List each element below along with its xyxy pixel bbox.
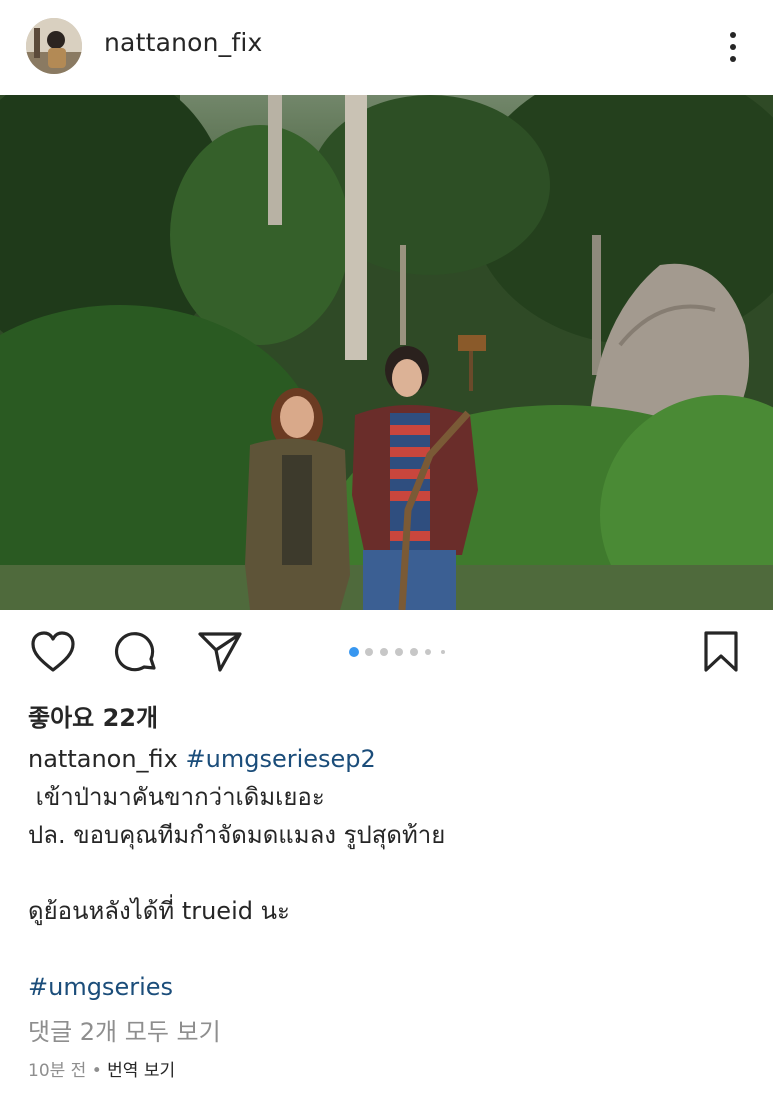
send-icon[interactable]	[197, 630, 243, 678]
caption-line: เข้าป่ามาคันขากว่าเดิมเยอะ	[28, 783, 325, 811]
caption-line: ปล. ขอบคุณทีมกำจัดมดแมลง รูปสุดท้าย	[28, 821, 446, 849]
post-meta: 10분 전 • 번역 보기	[28, 1056, 175, 1081]
caption-line	[28, 854, 758, 892]
carousel-dot[interactable]	[395, 648, 403, 656]
post-caption: nattanon_fix #umgseriesep2 เข้าป่ามาคันข…	[28, 740, 758, 1006]
view-all-comments-link[interactable]: 댓글 2개 모두 보기	[28, 1012, 221, 1047]
avatar[interactable]	[26, 18, 82, 74]
post-header: nattanon_fix	[0, 0, 773, 95]
caption-line: ดูย้อนหลังได้ที่ trueid นะ	[28, 897, 290, 925]
hashtag-link[interactable]: #umgseries	[28, 968, 758, 1006]
avatar-image	[26, 18, 82, 74]
likes-count[interactable]: 좋아요 22개	[28, 698, 158, 733]
comment-icon[interactable]	[113, 630, 159, 680]
post-photo[interactable]	[0, 95, 773, 610]
hashtag-link[interactable]: #umgseriesep2	[186, 745, 376, 773]
carousel-dot[interactable]	[380, 648, 388, 656]
bookmark-icon[interactable]	[701, 630, 741, 678]
post-username[interactable]: nattanon_fix	[104, 28, 263, 57]
caption-username[interactable]: nattanon_fix	[28, 745, 178, 773]
carousel-dot[interactable]	[425, 649, 431, 655]
more-vertical-icon[interactable]	[718, 30, 748, 64]
post-time: 10분 전	[28, 1061, 87, 1081]
caption-line	[28, 930, 758, 968]
carousel-dot[interactable]	[349, 647, 359, 657]
carousel-dot[interactable]	[365, 648, 373, 656]
meta-separator: •	[86, 1061, 108, 1081]
carousel-dot[interactable]	[441, 650, 445, 654]
heart-icon[interactable]	[30, 630, 76, 678]
translate-link[interactable]: 번역 보기	[107, 1061, 175, 1081]
post-image	[0, 95, 773, 610]
carousel-dot[interactable]	[410, 648, 418, 656]
